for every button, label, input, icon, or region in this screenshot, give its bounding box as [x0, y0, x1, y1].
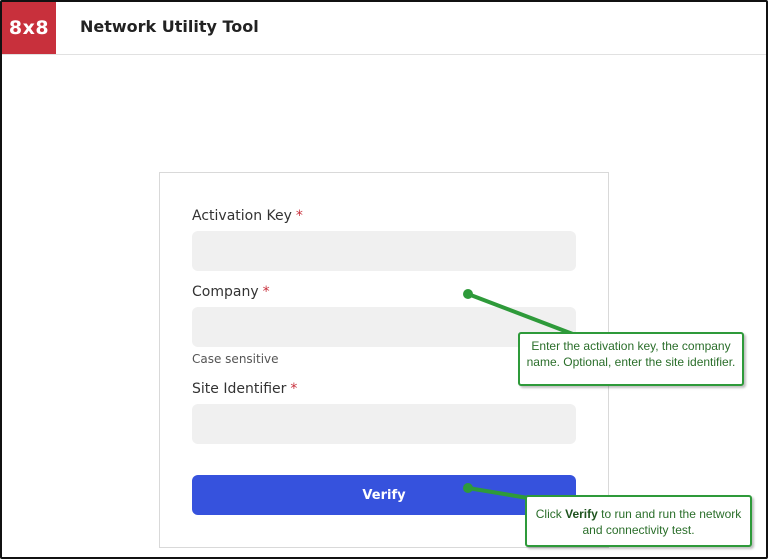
activation-key-label-text: Activation Key — [192, 208, 292, 224]
site-identifier-input[interactable] — [192, 404, 576, 444]
fields-callout: Enter the activation key, the company na… — [518, 332, 744, 386]
brand-logo: 8x8 — [2, 2, 56, 54]
app-title: Network Utility Tool — [80, 17, 259, 36]
required-marker: * — [262, 284, 270, 300]
verify-callout: Click Verify to run and run the network … — [525, 495, 752, 547]
app-header: 8x8 Network Utility Tool — [2, 2, 766, 55]
verify-callout-prefix: Click — [535, 507, 566, 521]
company-label: Company * — [192, 284, 270, 300]
site-identifier-label-text: Site Identifier — [192, 381, 287, 397]
required-marker: * — [295, 208, 303, 224]
activation-key-label: Activation Key * — [192, 208, 303, 224]
company-hint: Case sensitive — [192, 352, 279, 366]
verify-button[interactable]: Verify — [192, 475, 576, 515]
activation-key-input[interactable] — [192, 231, 576, 271]
required-marker: * — [290, 381, 298, 397]
site-identifier-label: Site Identifier * — [192, 381, 297, 397]
verify-callout-bold: Verify — [565, 507, 598, 521]
verify-callout-suffix: to run and run the network and connectiv… — [582, 507, 742, 537]
app-window: 8x8 Network Utility Tool Activation Key *… — [0, 0, 768, 559]
company-label-text: Company — [192, 284, 259, 300]
